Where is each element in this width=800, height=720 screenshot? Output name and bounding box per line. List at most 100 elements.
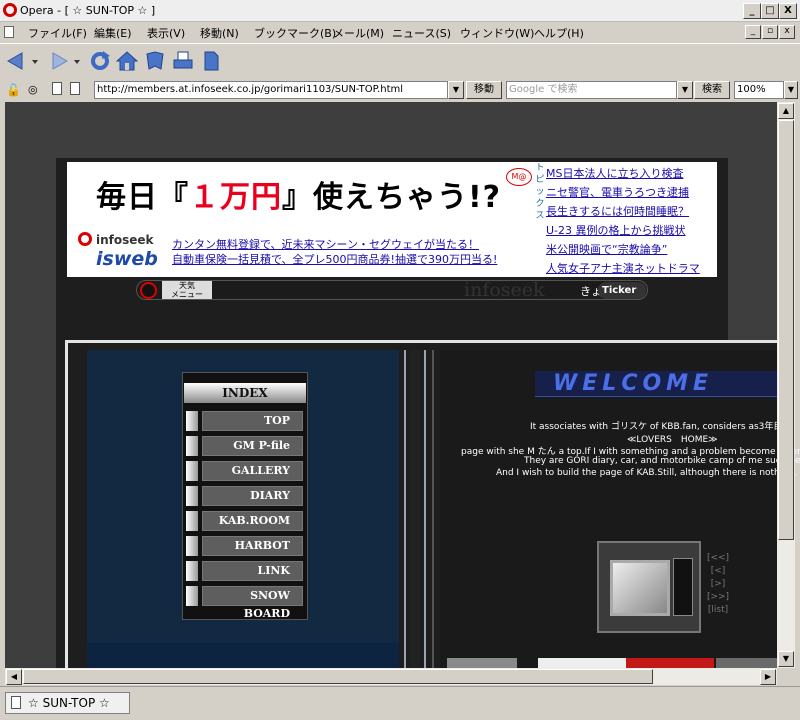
weather-menu-button[interactable]: 天気 メニュー: [162, 281, 212, 299]
ad-link-segway[interactable]: カンタン無料登録で、近未来マシーン・セグウェイが当たる！: [172, 236, 479, 252]
scroll-down-icon[interactable]: ▼: [778, 651, 794, 667]
topic-link[interactable]: 長生きするには何時間睡眠？: [546, 203, 689, 219]
nav-diary[interactable]: DIARY: [202, 486, 303, 506]
prev-photo-button[interactable]: [<]: [703, 566, 733, 576]
thumbnail-image[interactable]: [538, 658, 626, 668]
topic-link[interactable]: 人気女子アナ主演ネットドラマ: [546, 260, 700, 276]
nav-gallery[interactable]: GALLERY: [202, 461, 303, 481]
nav-tab-marker: [186, 561, 198, 581]
search-engine-dropdown[interactable]: ▼: [677, 81, 693, 99]
new-page-icon[interactable]: [200, 50, 222, 72]
brand-isweb: isweb: [96, 248, 158, 270]
menu-bar: ファイル(F) 編集(E) 表示(V) 移動(N) ブックマーク(B) メール(…: [0, 22, 800, 42]
page-tab[interactable]: ☆ SUN-TOP ☆: [5, 692, 130, 714]
url-dropdown-button[interactable]: ▼: [448, 81, 464, 99]
print-icon[interactable]: [172, 50, 194, 72]
menu-bookmarks[interactable]: ブックマーク(B): [254, 25, 336, 41]
nav-tab-marker: [186, 511, 198, 531]
url-input[interactable]: http://members.at.infoseek.co.jp/gorimar…: [94, 81, 448, 99]
search-button[interactable]: 検索: [694, 81, 730, 99]
forward-icon[interactable]: [48, 50, 70, 72]
page-source-icon[interactable]: [70, 82, 80, 95]
menu-navigation[interactable]: 移動(N): [200, 25, 239, 41]
next-photo-button[interactable]: [>]: [703, 579, 733, 589]
home-icon[interactable]: [115, 50, 139, 72]
photo-screen[interactable]: [610, 560, 670, 616]
nav-tab-marker: [186, 586, 198, 606]
vertical-scroll-thumb[interactable]: [778, 120, 794, 540]
window-title: Opera - [ ☆ SUN-TOP ☆ ]: [20, 4, 156, 17]
opera-logo-icon: [3, 3, 17, 17]
menu-file[interactable]: ファイル(F): [28, 25, 87, 41]
nav-tab-marker: [186, 461, 198, 481]
topic-link[interactable]: 米公開映画で“宗教論争”: [546, 241, 667, 257]
brand-infoseek: infoseek: [96, 233, 154, 247]
nav-gm-pfile[interactable]: GM P-file: [202, 436, 303, 456]
back-icon[interactable]: [5, 50, 27, 72]
navigation-toolbar: [0, 43, 800, 78]
ticker-button[interactable]: Ticker: [598, 282, 646, 299]
forward-dropdown-icon[interactable]: [72, 50, 82, 72]
tab-page-icon: [11, 696, 21, 709]
divider-stripe: [424, 350, 426, 668]
zoom-dropdown-button[interactable]: ▼: [784, 81, 798, 99]
page-info-icon[interactable]: [52, 82, 62, 95]
hotlist-icon[interactable]: [144, 50, 166, 72]
ad-headline[interactable]: 毎日『１万円』使えちゃう!?: [96, 172, 501, 216]
topics-list: MS日本法人に立ち入り検査 ニセ警官、電車うろつき逮捕 長生きするには何時間睡眠…: [545, 162, 717, 277]
topic-link[interactable]: ニセ警官、電車うろつき逮捕: [546, 184, 689, 200]
nav-tab-marker: [186, 486, 198, 506]
infoseek-logo-icon: [78, 232, 92, 246]
menu-news[interactable]: ニュース(S): [392, 25, 451, 41]
last-photo-button[interactable]: [>>]: [703, 592, 733, 602]
scroll-left-icon[interactable]: ◀: [6, 669, 22, 685]
mdi-restore-button[interactable]: ▫: [762, 25, 778, 39]
nav-tab-marker: [186, 536, 198, 556]
divider-stripe: [404, 350, 406, 668]
mdi-minimize-button[interactable]: _: [745, 25, 761, 39]
divider-stripe: [410, 350, 420, 668]
minimize-button[interactable]: _: [743, 3, 761, 19]
zoom-select[interactable]: 100%: [734, 81, 784, 99]
thumbnail-image[interactable]: [447, 658, 517, 668]
reload-icon[interactable]: [89, 50, 111, 72]
photo-list-button[interactable]: [list]: [703, 605, 733, 615]
page-icon: [4, 26, 14, 38]
scroll-right-icon[interactable]: ▶: [760, 669, 776, 685]
wand-icon[interactable]: ◎: [28, 83, 38, 96]
nav-kab-room[interactable]: KAB.ROOM: [202, 511, 303, 531]
maximize-button[interactable]: □: [761, 3, 779, 19]
nav-harbot[interactable]: HARBOT: [202, 536, 303, 556]
thumbnail-image[interactable]: [716, 658, 777, 668]
menu-mail[interactable]: メール(M): [333, 25, 384, 41]
ad-link-insurance[interactable]: 自動車保険一括見積で、全プレ500円商品券!抽選で390万円当る!: [172, 251, 497, 267]
topics-label: トピックス: [535, 162, 545, 277]
welcome-text-line: It associates with ゴリスケ of KBB.fan, cons…: [530, 422, 796, 432]
nav-snow-board[interactable]: SNOW BOARD: [202, 586, 303, 620]
nav-link[interactable]: LINK: [202, 561, 303, 581]
topic-link[interactable]: MS日本法人に立ち入り検査: [546, 165, 683, 181]
first-photo-button[interactable]: [<<]: [703, 553, 733, 563]
thumbnail-image[interactable]: [626, 658, 714, 668]
nav-tab-marker: [186, 411, 198, 431]
mdi-close-button[interactable]: x: [779, 25, 795, 39]
infoseek-bar: [136, 280, 648, 300]
infoseek-bar-logo-icon: [140, 282, 157, 299]
menu-edit[interactable]: 編集(E): [94, 25, 132, 41]
nav-tab-marker: [186, 436, 198, 456]
close-button[interactable]: X: [779, 3, 797, 19]
menu-help[interactable]: ヘルプ(H): [534, 25, 584, 41]
infoseek-watermark: infoseek: [464, 279, 545, 301]
scroll-up-icon[interactable]: ▲: [778, 103, 794, 119]
security-lock-icon[interactable]: 🔓: [6, 83, 21, 97]
menu-window[interactable]: ウィンドウ(W): [460, 25, 534, 41]
topic-link[interactable]: U-23 異例の格上から挑戦状: [546, 222, 686, 238]
nav-top[interactable]: TOP: [202, 411, 303, 431]
menu-view[interactable]: 表示(V): [147, 25, 185, 41]
go-button[interactable]: 移動: [466, 81, 502, 99]
back-dropdown-icon[interactable]: [30, 50, 40, 72]
address-toolbar: 🔓 ◎ http://members.at.infoseek.co.jp/gor…: [0, 78, 800, 102]
search-input[interactable]: Google で検索: [506, 81, 677, 99]
welcome-text-line: And I wish to build the page of KAB.Stil…: [496, 468, 800, 478]
horizontal-scroll-thumb[interactable]: [23, 669, 653, 684]
